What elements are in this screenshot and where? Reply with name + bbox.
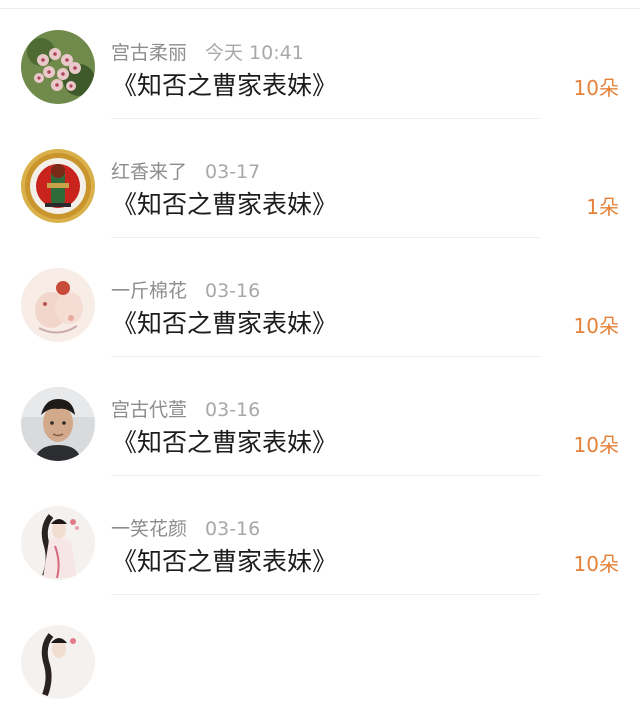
gift-time: 03-16 bbox=[205, 280, 261, 302]
work-title[interactable]: 《知否之曹家表妹》 bbox=[112, 423, 337, 459]
user-name[interactable]: 宫古代萱 bbox=[111, 399, 187, 421]
user-name[interactable]: 一笑花颜 bbox=[111, 518, 187, 540]
flower-count: 10朵 bbox=[573, 76, 619, 100]
ancient-beauty-avatar[interactable] bbox=[21, 506, 95, 580]
user-name[interactable]: 宫古柔丽 bbox=[111, 42, 187, 64]
young-man-photo-avatar[interactable] bbox=[21, 387, 95, 461]
list-item[interactable]: 红香来了 03-17 《知否之曹家表妹》 1朵 bbox=[0, 119, 640, 238]
gift-time: 03-16 bbox=[205, 518, 261, 540]
flower-count: 1朵 bbox=[586, 195, 619, 219]
gift-time: 今天 10:41 bbox=[205, 42, 304, 64]
work-title[interactable]: 《知否之曹家表妹》 bbox=[112, 542, 337, 578]
user-name[interactable]: 红香来了 bbox=[111, 161, 187, 183]
work-title[interactable]: 《知否之曹家表妹》 bbox=[112, 185, 337, 221]
flower-count: 10朵 bbox=[573, 314, 619, 338]
list-item[interactable]: 一斤棉花 03-16 《知否之曹家表妹》 10朵 bbox=[0, 238, 640, 357]
flower-gift-list: 宫古柔丽 今天 10:41 《知否之曹家表妹》 10朵 红香来了 03-17 《知否… bbox=[0, 0, 640, 699]
item-meta: 一笑花颜 03-16 bbox=[111, 514, 260, 540]
work-title[interactable]: 《知否之曹家表妹》 bbox=[112, 66, 337, 102]
ancient-beauty-avatar[interactable] bbox=[21, 625, 95, 699]
item-meta: 一斤棉花 03-16 bbox=[111, 276, 260, 302]
list-item[interactable]: 宫古代萱 03-16 《知否之曹家表妹》 10朵 bbox=[0, 357, 640, 476]
flower-count: 10朵 bbox=[573, 433, 619, 457]
work-title[interactable]: 《知否之曹家表妹》 bbox=[112, 304, 337, 340]
item-meta: 宫古柔丽 今天 10:41 bbox=[111, 38, 304, 64]
user-name[interactable]: 一斤棉花 bbox=[111, 280, 187, 302]
flower-count: 10朵 bbox=[573, 552, 619, 576]
item-meta bbox=[111, 633, 129, 659]
item-meta: 红香来了 03-17 bbox=[111, 157, 260, 183]
cute-cartoon-avatar[interactable] bbox=[21, 268, 95, 342]
list-item[interactable]: 宫古柔丽 今天 10:41 《知否之曹家表妹》 10朵 bbox=[0, 0, 640, 119]
gift-time: 03-17 bbox=[205, 161, 261, 183]
list-item[interactable]: 一笑花颜 03-16 《知否之曹家表妹》 10朵 bbox=[0, 476, 640, 595]
gift-time: 03-16 bbox=[205, 399, 261, 421]
hoya-flower-avatar[interactable] bbox=[21, 30, 95, 104]
guan-gong-coin-avatar[interactable] bbox=[21, 149, 95, 223]
list-item[interactable] bbox=[0, 595, 640, 714]
item-meta: 宫古代萱 03-16 bbox=[111, 395, 260, 421]
